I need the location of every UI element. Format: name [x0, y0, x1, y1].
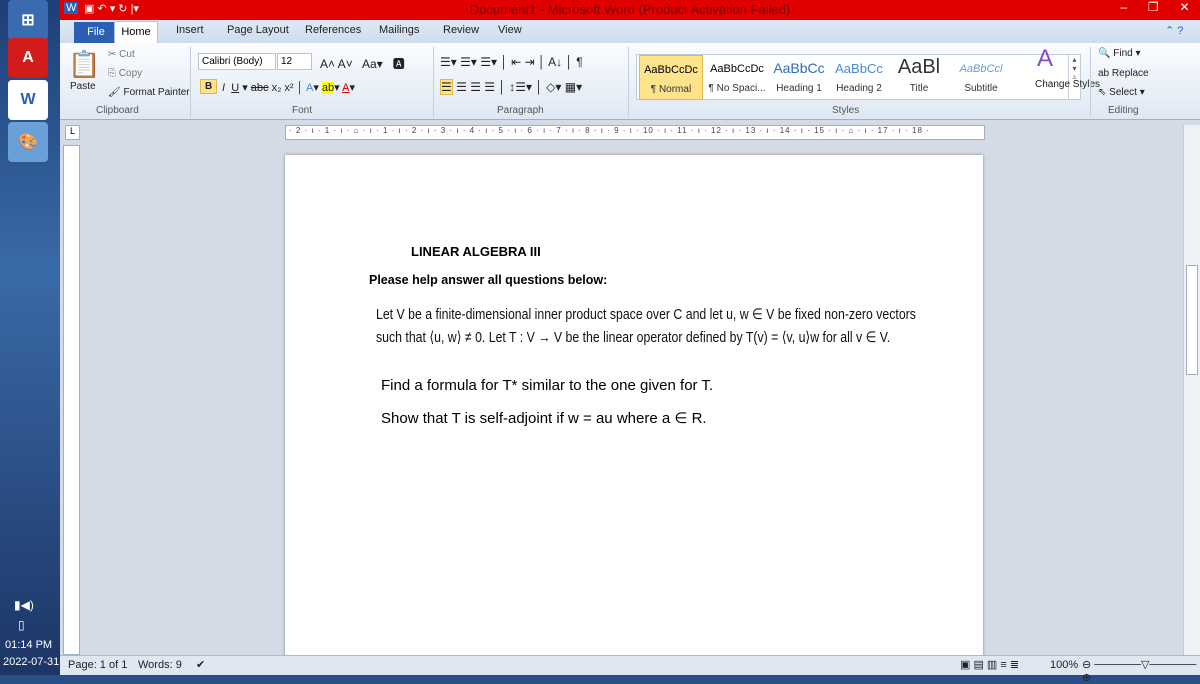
font-format-buttons[interactable]: I U ▾ abc x₂ x² │ A▾ ab▾ A▾ [222, 81, 355, 94]
zoom-level[interactable]: 100% [1050, 659, 1078, 671]
view-buttons[interactable]: ▣ ▤ ▥ ≡ ≣ [960, 658, 1019, 671]
proofing-icon[interactable]: ✔ [196, 658, 205, 671]
doc-instruction: Please help answer all questions below: [369, 273, 608, 287]
clipboard-group-label: Clipboard [96, 105, 139, 116]
style-title[interactable]: AaBl Title [889, 55, 949, 100]
doc-heading: LINEAR ALGEBRA III [411, 244, 541, 259]
help-icon[interactable]: ⌃ ? [1165, 24, 1183, 37]
title-bar: W ▣ ↶ ▾ ↻ |▾ Document1 - Microsoft Word … [60, 0, 1200, 20]
problem-line-1: Let V be a finite-dimensional inner prod… [376, 306, 916, 323]
tab-insert[interactable]: Insert [176, 24, 204, 36]
style-normal[interactable]: AaBbCcDc ¶ Normal [639, 55, 703, 100]
bold-button[interactable]: B [200, 79, 218, 94]
window-title: Document1 - Microsoft Word (Product Acti… [469, 2, 791, 17]
replace-button[interactable]: ab Replace [1098, 68, 1149, 79]
tab-review[interactable]: Review [443, 24, 479, 36]
document-page[interactable]: LINEAR ALGEBRA III Please help answer al… [285, 155, 983, 660]
select-button[interactable]: ⇖ Select ▾ [1098, 87, 1145, 98]
style-heading-1[interactable]: AaBbCc Heading 1 [769, 55, 829, 100]
tab-home[interactable]: Home [114, 21, 158, 43]
style-subtitle[interactable]: AaBbCcl Subtitle [949, 55, 1013, 100]
font-group-label: Font [292, 105, 313, 116]
font-grow-shrink-case[interactable]: A˄ A˅ Aa▾ 🅰 [320, 55, 405, 72]
copy-button[interactable]: ⎘ Copy [108, 68, 142, 79]
status-bar: Page: 1 of 1 Words: 9 ✔ ▣ ▤ ▥ ≡ ≣ 100% ⊖… [60, 655, 1200, 684]
close-button[interactable]: ✕ [1180, 0, 1190, 20]
word-icon[interactable]: W [8, 80, 48, 120]
vertical-ruler[interactable] [63, 145, 80, 655]
style-heading-2[interactable]: AaBbCc Heading 2 [829, 55, 889, 100]
clock-date[interactable]: 2022-07-31 [3, 656, 59, 668]
horizontal-ruler[interactable]: · 2 · ı · 1 · ı · ⌂ · ı · 1 · ı · 2 · ı … [285, 125, 985, 140]
acrobat-icon[interactable]: A [8, 38, 48, 78]
tab-selector[interactable]: L [65, 125, 80, 140]
zoom-slider[interactable]: ⊖ ──────▽────── ⊕ [1082, 658, 1200, 684]
tab-references[interactable]: References [305, 24, 361, 36]
problem-line-2: such that ⟨u, w⟩ ≠ 0. Let T : V → V be t… [376, 329, 891, 346]
list-indent-sort-buttons[interactable]: ☰▾ ☰▾ ☰▾ │ ⇤ ⇥ │ A↓ │ ¶ [440, 55, 583, 69]
question-1: Find a formula for T* similar to the one… [381, 377, 714, 394]
restore-button[interactable]: ❐ [1148, 0, 1159, 20]
paint-icon[interactable]: 🎨 [8, 122, 48, 162]
find-button[interactable]: 🔍 Find ▾ [1098, 48, 1141, 59]
taskbar: ⊞ A W 🎨 ▮◀) ▯ 01:14 PM 2022-07-31 [0, 0, 60, 675]
vertical-scrollbar[interactable] [1183, 125, 1200, 655]
tab-page-layout[interactable]: Page Layout [227, 24, 289, 36]
tab-view[interactable]: View [498, 24, 522, 36]
paragraph-group-label: Paragraph [497, 105, 544, 116]
paste-icon[interactable]: 📋 [68, 49, 100, 80]
tab-mailings[interactable]: Mailings [379, 24, 419, 36]
editing-group-label: Editing [1108, 105, 1139, 116]
start-icon[interactable]: ⊞ [8, 0, 48, 40]
minimize-button[interactable]: – [1120, 0, 1127, 20]
font-name-select[interactable]: Calibri (Body) [198, 53, 276, 70]
network-volume-icon[interactable]: ▮◀) [14, 598, 34, 612]
scroll-thumb[interactable] [1186, 265, 1198, 375]
styles-scroll[interactable]: ▴ ▾ ⩡ [1068, 55, 1080, 100]
clock-time[interactable]: 01:14 PM [5, 639, 52, 651]
word-window: W ▣ ↶ ▾ ↻ |▾ Document1 - Microsoft Word … [60, 0, 1200, 684]
style-no-spacing[interactable]: AaBbCcDc ¶ No Spaci... [705, 55, 769, 100]
alignment-buttons[interactable]: ☰ ☰ ☰ ☰ │ ↕☰▾ │ ◇▾ ▦▾ [440, 79, 582, 95]
question-2: Show that T is self-adjoint if w = au wh… [381, 410, 707, 427]
ribbon: 📋 Paste ✂ Cut ⎘ Copy 🖌 Format Painter Cl… [60, 43, 1200, 120]
styles-group-label: Styles [832, 105, 860, 116]
battery-icon[interactable]: ▯ [18, 618, 25, 632]
cut-button[interactable]: ✂ Cut [108, 49, 135, 60]
format-painter-button[interactable]: 🖌 Format Painter [108, 87, 190, 98]
font-size-select[interactable]: 12 [277, 53, 312, 70]
page-count[interactable]: Page: 1 of 1 [68, 659, 127, 671]
ribbon-tabs: File Home Insert Page Layout References … [60, 20, 1200, 43]
paste-button[interactable]: Paste [70, 81, 96, 92]
change-styles-icon[interactable]: A [1037, 45, 1053, 73]
word-count[interactable]: Words: 9 [138, 659, 182, 671]
styles-gallery: AaBbCcDc ¶ Normal AaBbCcDc ¶ No Spaci... A… [636, 54, 1081, 100]
tab-file[interactable]: File [74, 22, 118, 43]
